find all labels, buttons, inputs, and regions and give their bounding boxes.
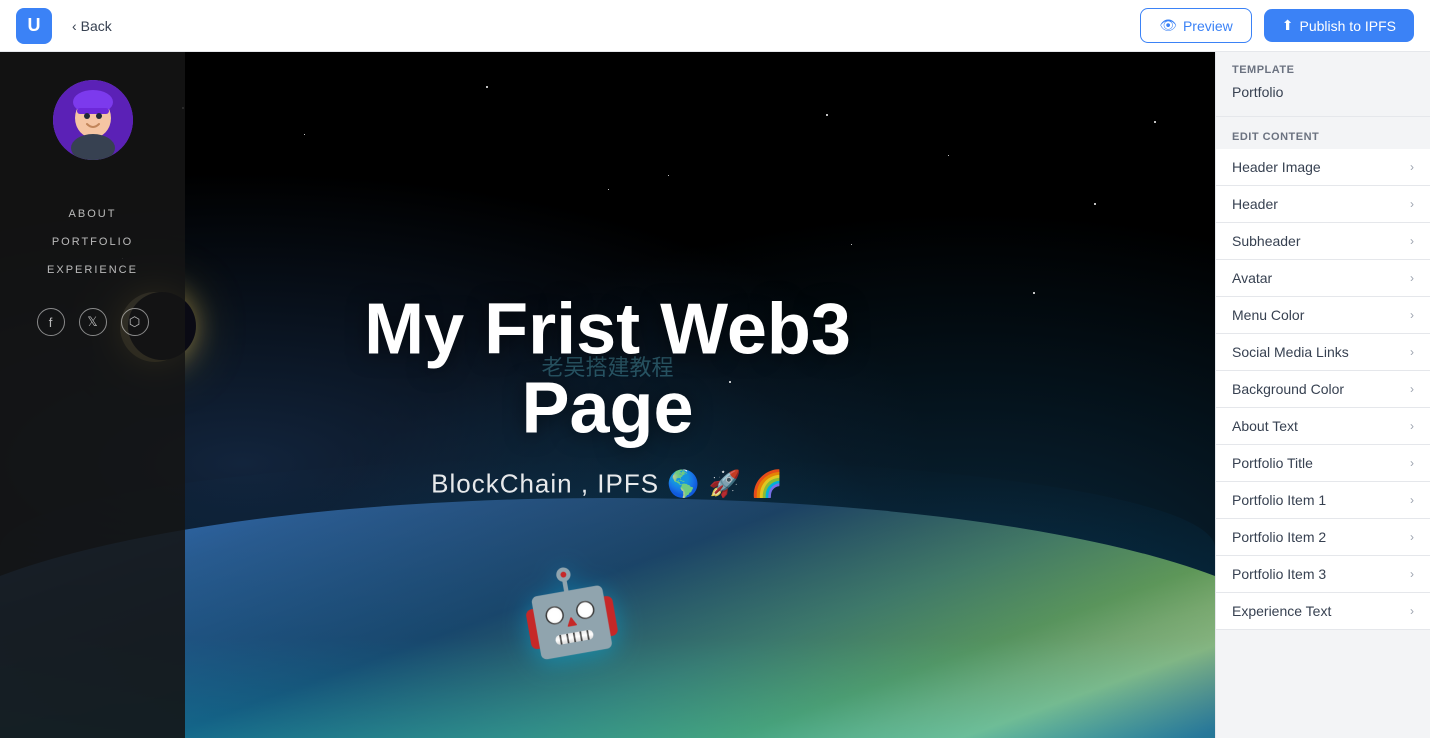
nav-about[interactable]: ABOUT (69, 200, 117, 228)
page-subtitle: BlockChain , IPFS 🌎 🚀 🌈 (304, 469, 912, 500)
publish-button[interactable]: ⬆ Publish to IPFS (1264, 9, 1414, 42)
preview-label: Preview (1183, 18, 1233, 34)
social-media-links-label: Social Media Links (1232, 344, 1349, 360)
chevron-right-icon-header-image: › (1410, 160, 1414, 174)
chevron-right-icon-background-color: › (1410, 382, 1414, 396)
instagram-icon[interactable]: ⬡ (121, 308, 149, 336)
top-header: U ‹ Back 👁 Preview ⬆ Publish to IPFS (0, 0, 1430, 52)
chevron-right-icon-experience-text: › (1410, 604, 1414, 618)
page-title-overlay: My Frist Web3 Page BlockChain , IPFS 🌎 🚀… (304, 290, 912, 499)
avatar-label: Avatar (1232, 270, 1272, 286)
upload-icon: ⬆ (1282, 17, 1294, 34)
chevron-right-icon-portfolio-item-3: › (1410, 567, 1414, 581)
panel-item-subheader[interactable]: Subheader › (1216, 223, 1430, 260)
template-value: Portfolio (1216, 80, 1430, 112)
logo-icon: U (16, 8, 52, 44)
back-label: Back (81, 18, 112, 34)
main-area: ABOUT PORTFOLIO EXPERIENCE f 𝕏 ⬡ 老吴搭建教程 … (0, 52, 1430, 738)
chevron-left-icon: ‹ (72, 18, 77, 34)
nav-experience[interactable]: EXPERIENCE (47, 256, 138, 284)
preview-sidebar: ABOUT PORTFOLIO EXPERIENCE f 𝕏 ⬡ (0, 52, 185, 738)
panel-item-about-text[interactable]: About Text › (1216, 408, 1430, 445)
avatar-preview (53, 80, 133, 160)
portfolio-item-3-label: Portfolio Item 3 (1232, 566, 1326, 582)
portfolio-title-label: Portfolio Title (1232, 455, 1313, 471)
panel-item-header[interactable]: Header › (1216, 186, 1430, 223)
portfolio-item-2-label: Portfolio Item 2 (1232, 529, 1326, 545)
publish-label: Publish to IPFS (1300, 18, 1397, 34)
spaceman-decoration: 🤖 (513, 556, 627, 666)
back-button[interactable]: ‹ Back (64, 14, 120, 38)
panel-item-experience-text[interactable]: Experience Text › (1216, 593, 1430, 630)
chevron-right-icon-avatar: › (1410, 271, 1414, 285)
page-main-title: My Frist Web3 Page (304, 290, 912, 448)
panel-item-portfolio-item-2[interactable]: Portfolio Item 2 › (1216, 519, 1430, 556)
header-left: U ‹ Back (16, 8, 120, 44)
panel-item-avatar[interactable]: Avatar › (1216, 260, 1430, 297)
divider-1 (1216, 116, 1430, 117)
facebook-icon[interactable]: f (37, 308, 65, 336)
canvas-area: ABOUT PORTFOLIO EXPERIENCE f 𝕏 ⬡ 老吴搭建教程 … (0, 52, 1215, 738)
panel-item-portfolio-item-3[interactable]: Portfolio Item 3 › (1216, 556, 1430, 593)
subheader-label: Subheader (1232, 233, 1301, 249)
preview-button[interactable]: 👁 Preview (1140, 8, 1252, 43)
header-image-label: Header Image (1232, 159, 1321, 175)
chevron-right-icon-portfolio-title: › (1410, 456, 1414, 470)
chevron-right-icon-about-text: › (1410, 419, 1414, 433)
eye-icon: 👁 (1159, 17, 1177, 34)
panel-item-menu-color[interactable]: Menu Color › (1216, 297, 1430, 334)
header-label: Header (1232, 196, 1278, 212)
menu-color-label: Menu Color (1232, 307, 1304, 323)
panel-item-social-media-links[interactable]: Social Media Links › (1216, 334, 1430, 371)
portfolio-item-1-label: Portfolio Item 1 (1232, 492, 1326, 508)
logo-letter: U (28, 15, 41, 36)
chevron-right-icon-social-media-links: › (1410, 345, 1414, 359)
right-panel: Template Portfolio Edit Content Header I… (1215, 52, 1430, 738)
edit-content-section-header: Edit Content (1216, 121, 1430, 149)
template-section-header: Template (1216, 52, 1430, 80)
twitter-icon[interactable]: 𝕏 (79, 308, 107, 336)
chevron-right-icon-portfolio-item-2: › (1410, 530, 1414, 544)
nav-portfolio[interactable]: PORTFOLIO (52, 228, 133, 256)
chevron-right-icon-subheader: › (1410, 234, 1414, 248)
experience-text-label: Experience Text (1232, 603, 1331, 619)
social-icons-group: f 𝕏 ⬡ (37, 308, 149, 336)
header-right: 👁 Preview ⬆ Publish to IPFS (1140, 8, 1414, 43)
panel-item-portfolio-title[interactable]: Portfolio Title › (1216, 445, 1430, 482)
chevron-right-icon-menu-color: › (1410, 308, 1414, 322)
chevron-right-icon-header: › (1410, 197, 1414, 211)
panel-item-background-color[interactable]: Background Color › (1216, 371, 1430, 408)
panel-item-portfolio-item-1[interactable]: Portfolio Item 1 › (1216, 482, 1430, 519)
background-color-label: Background Color (1232, 381, 1344, 397)
about-text-label: About Text (1232, 418, 1298, 434)
chevron-right-icon-portfolio-item-1: › (1410, 493, 1414, 507)
panel-item-header-image[interactable]: Header Image › (1216, 149, 1430, 186)
